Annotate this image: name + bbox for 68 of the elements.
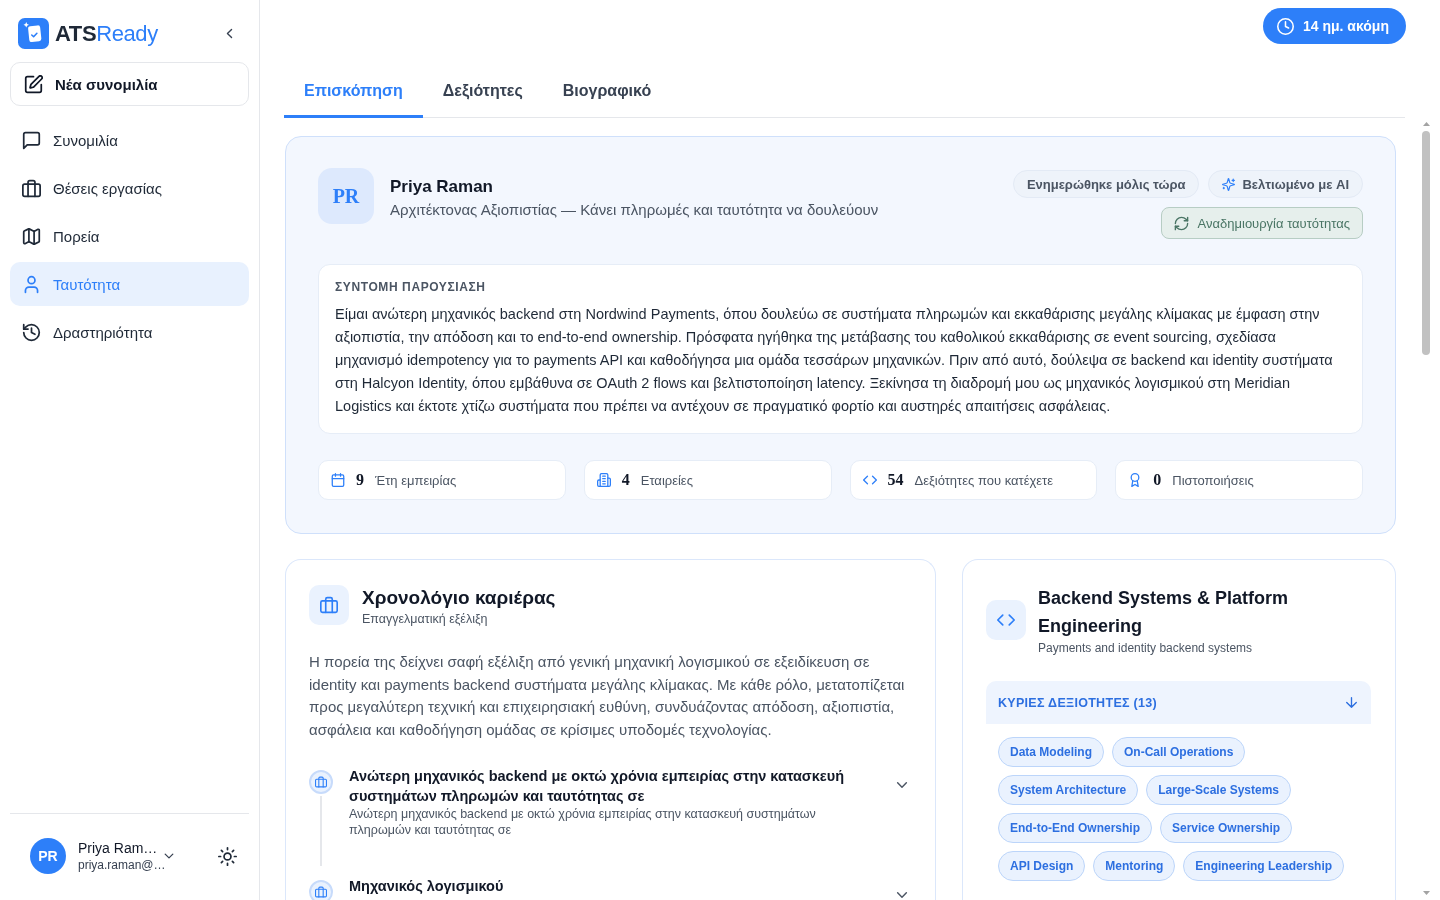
skills-section-toggle[interactable]: ΚΥΡΙΕΣ ΔΕΞΙΟΤΗΤΕΣ (13) — [986, 681, 1371, 724]
clock-icon — [1277, 17, 1294, 35]
skill-tag: Mentoring — [1093, 851, 1176, 881]
timeline-entry-title: Ανώτερη μηχανικός backend με οκτώ χρόνια εμπειρίας στην κατασκευή συστημάτων πληρωμών και ταυτότητας σε — [349, 766, 846, 806]
tab[interactable]: Βιογραφικό — [542, 62, 672, 118]
sparkles-icon — [1222, 177, 1236, 191]
trial-days-button[interactable]: 14 ημ. ακόμη — [1263, 8, 1406, 44]
section-heading: ΣΥΝΤΟΜΗ ΠΑΡΟΥΣΙΑΣΗ — [335, 280, 487, 294]
calendar-icon — [331, 473, 345, 487]
building-icon — [596, 473, 611, 487]
sidebar-item[interactable]: Πορεία — [10, 214, 249, 258]
timeline-entry-title: Μηχανικός λογισμικού — [349, 876, 505, 896]
stat-value: 9 — [356, 471, 364, 489]
stat-label: Πιστοποιήσεις — [1172, 472, 1254, 488]
stat-value: 54 — [887, 471, 904, 489]
stat-value: 4 — [621, 471, 630, 489]
new-chat-button[interactable]: Νέα συνομιλία — [10, 62, 249, 106]
history-icon — [22, 322, 41, 342]
profile-headline: Αρχιτέκτονας Αξιοπιστίας — Κάνει πληρωμές και ταυτότητα να δουλεύουν — [390, 200, 880, 220]
refresh-icon — [1173, 215, 1189, 231]
skill-tag: Service Ownership — [1160, 813, 1293, 843]
arrow-down-icon — [1344, 695, 1359, 710]
updated-badge: Ενημερώθηκε μόλις τώρα — [1012, 170, 1200, 198]
sidebar-item[interactable]: Δραστηριότητα — [10, 310, 249, 354]
briefcase-icon — [309, 585, 349, 625]
map-icon — [22, 226, 41, 246]
card-subtitle: Payments and identity backend systems — [1038, 640, 1254, 656]
pencil-square-icon — [24, 74, 43, 94]
card-description: Η πορεία της δείχνει σαφή εξέλιξη από γενική μηχανική λογισμικού σε εξειδίκευση σε identity και payments backend συστήματα μεγάλης κλίμακας. Με κάθε ρόλο, μετατοπίζεται προς μεγαλύτερη τεχνική και επιχειρησιακή ευθύνη, συνδυάζοντας απόδοση, αξιοπιστία, ασφάλεια και καθοδήγηση ομάδας σε κρίσιμες υποδομές τεχνολογίας. — [309, 652, 906, 741]
stat-label: Εταιρείες — [640, 472, 693, 488]
tab[interactable]: Δεξιότητες — [422, 62, 543, 118]
card-subtitle: Επαγγελματική εξέλιξη — [362, 611, 489, 627]
tab[interactable]: Επισκόπηση — [284, 62, 423, 118]
skill-tag: Engineering Leadership — [1183, 851, 1345, 881]
theme-toggle-button[interactable] — [218, 846, 237, 866]
briefcase-icon — [309, 879, 333, 900]
skill-tag: System Architecture — [998, 775, 1139, 805]
code-icon — [862, 473, 877, 487]
regenerate-button[interactable]: Αναδημιουργία ταυτότητας — [1160, 207, 1363, 239]
chat-bubble-icon — [22, 130, 41, 150]
avatar: PR — [318, 168, 374, 224]
skill-tag: On-Call Operations — [1112, 737, 1246, 767]
skill-tag: Data Modeling — [998, 737, 1104, 767]
skill-tag: End-to-End Ownership — [998, 813, 1152, 843]
badge-label: Βελτιωμένο με AI — [1242, 176, 1349, 192]
stat-label: Έτη εμπειρίας — [375, 472, 457, 488]
summary-text: Είμαι ανώτερη μηχανικός backend στη Nordwind Payments, όπου δουλεύω σε συστήματα πληρωμών και εκκαθάρισης μεγάλης κλίμακας με έμφαση στην αξιοπιστία, την απόδοση και το end-to-end ownership. Πρόσφατα ηγήθηκα της μετάβασης του καθολικού εκκαθάρισης σε event sourcing, σχεδίασα μηχανισμό idempotency για το payments API και καθοδήγησα μια ομάδα τεσσάρων μηχανικών. Πριν από αυτό, δούλεψα σε backend και identity συστήματα στη Halcyon Identity, όπου εμβάθυνα σε OAuth 2 flows και βελτιστοποίηση latency. Ξεκίνησα τη διαδρομή μου ως μηχανικός λογισμικού στη Meridian Logistics και έκτοτε χτίζω συστήματα που πρέπει να αντέχουν σε πραγματικό φορτίο και αυστηρές απαιτήσεις ασφάλειας. — [335, 305, 1334, 416]
card-title: Χρονολόγιο καριέρας — [362, 586, 556, 610]
profile-name: Priya Raman — [390, 176, 494, 198]
skill-tag: Large-Scale Systems — [1146, 775, 1291, 805]
card-title: Backend Systems & Platform Engineering — [1038, 587, 1290, 638]
stat-label: Δεξιότητες που κατέχετε — [914, 472, 1053, 488]
user-icon — [22, 274, 41, 294]
logo-icon — [18, 18, 49, 49]
briefcase-icon — [309, 769, 333, 794]
skill-tag: API Design — [998, 851, 1086, 881]
logo-text: ATSReady — [55, 20, 158, 48]
avatar: PR — [30, 838, 66, 874]
timeline-entry-subtitle: Ανώτερη μηχανικός backend με οκτώ χρόνια εμπειρίας στην κατασκευή συστημάτων πληρωμών και ταυτότητας σε — [349, 805, 817, 838]
user-name: Priya Ram… — [78, 839, 158, 857]
sun-icon — [218, 846, 237, 866]
scrollbar-thumb[interactable] — [1422, 131, 1430, 355]
sidebar-item[interactable]: Συνομιλία — [10, 118, 249, 162]
briefcase-icon — [22, 178, 41, 198]
sidebar-item[interactable]: Θέσεις εργασίας — [10, 166, 249, 210]
stat-value: 0 — [1153, 471, 1162, 489]
user-email: priya.raman@… — [78, 857, 166, 873]
code-icon — [986, 600, 1026, 640]
